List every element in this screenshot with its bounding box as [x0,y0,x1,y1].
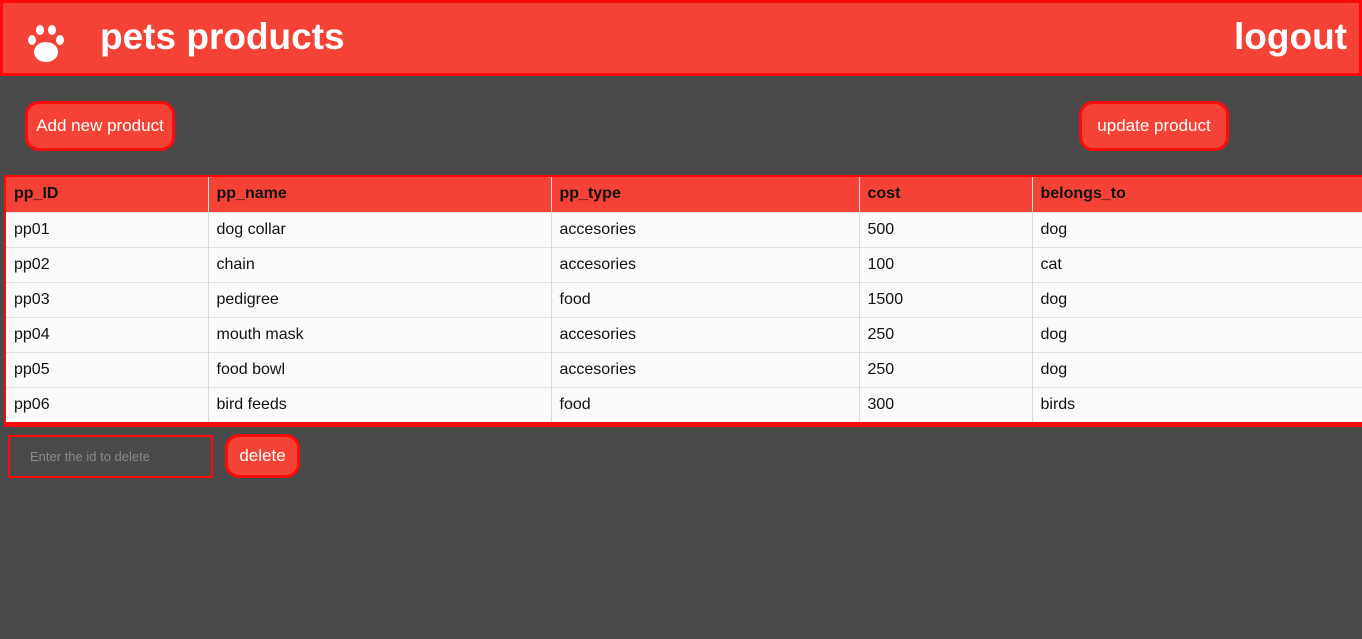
cell-type: food [551,281,860,317]
cell-type: food [551,386,860,422]
cell-id: pp01 [6,211,209,247]
page-title: pets products [100,16,345,57]
cell-id: pp04 [6,316,209,352]
app-header: pets products logout [0,0,1362,76]
cell-name: bird feeds [208,386,552,422]
column-header-cost: cost [859,177,1033,212]
products-table: pp_ID pp_name pp_type cost belongs_to pp… [4,175,1362,427]
table-row: pp03 pedigree food 1500 dog [6,281,1362,317]
cell-cost: 250 [859,351,1033,387]
cell-id: pp06 [6,386,209,422]
table-header-row: pp_ID pp_name pp_type cost belongs_to [6,177,1362,212]
column-header-belongs-to: belongs_to [1032,177,1362,212]
add-product-button[interactable]: Add new product [25,101,175,151]
cell-name: food bowl [208,351,552,387]
paw-icon [28,25,64,62]
cell-type: accesories [551,211,860,247]
cell-name: pedigree [208,281,552,317]
cell-name: dog collar [208,211,552,247]
cell-id: pp05 [6,351,209,387]
cell-type: accesories [551,246,860,282]
table-row: pp01 dog collar accesories 500 dog [6,211,1362,247]
cell-name: mouth mask [208,316,552,352]
cell-belongs-to: dog [1032,281,1362,317]
cell-id: pp03 [6,281,209,317]
cell-name: chain [208,246,552,282]
cell-cost: 250 [859,316,1033,352]
table-row: pp05 food bowl accesories 250 dog [6,351,1362,387]
table-row: pp06 bird feeds food 300 birds [6,386,1362,422]
cell-type: accesories [551,351,860,387]
cell-belongs-to: birds [1032,386,1362,422]
delete-button[interactable]: delete [225,434,300,478]
cell-cost: 100 [859,246,1033,282]
logout-link[interactable]: logout [1234,15,1347,59]
cell-cost: 300 [859,386,1033,422]
delete-id-input[interactable] [8,435,213,478]
cell-belongs-to: dog [1032,316,1362,352]
cell-belongs-to: dog [1032,351,1362,387]
table-row: pp04 mouth mask accesories 250 dog [6,316,1362,352]
update-product-button[interactable]: update product [1079,101,1229,151]
column-header-id: pp_ID [6,177,209,212]
table-row: pp02 chain accesories 100 cat [6,246,1362,282]
cell-id: pp02 [6,246,209,282]
column-header-name: pp_name [208,177,552,212]
cell-cost: 1500 [859,281,1033,317]
cell-type: accesories [551,316,860,352]
cell-belongs-to: dog [1032,211,1362,247]
column-header-type: pp_type [551,177,860,212]
cell-cost: 500 [859,211,1033,247]
cell-belongs-to: cat [1032,246,1362,282]
